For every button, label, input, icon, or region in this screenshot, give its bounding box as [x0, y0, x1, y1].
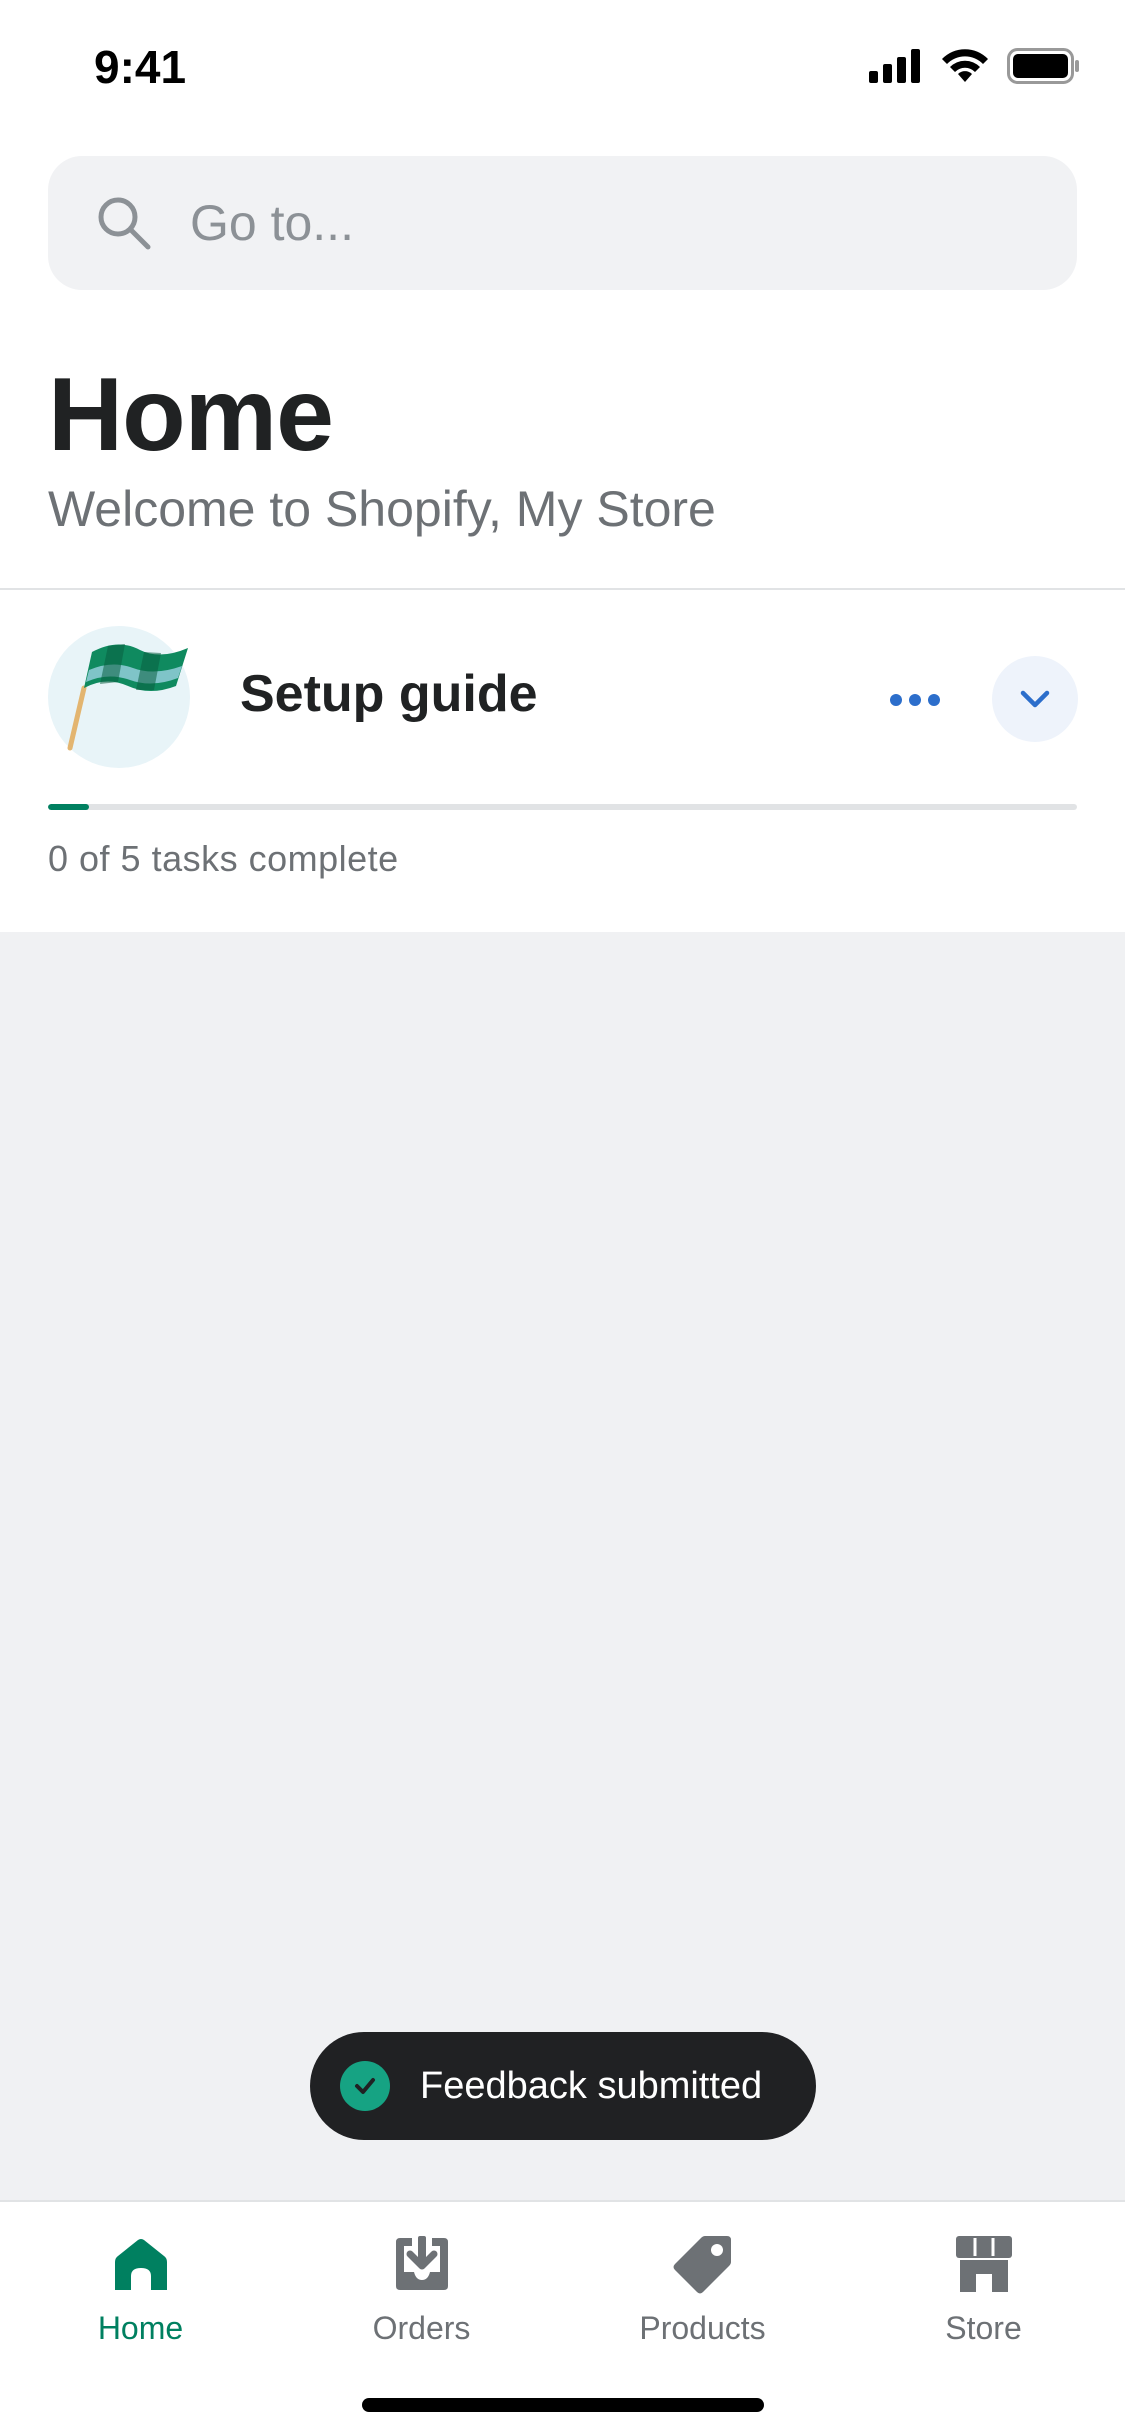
chevron-down-icon: [1020, 690, 1050, 708]
setup-progress-fill: [48, 804, 90, 810]
tab-home[interactable]: Home: [0, 2232, 281, 2362]
more-icon: [890, 694, 902, 706]
setup-guide-card[interactable]: Setup guide 0 of 5 tasks complete: [0, 590, 1125, 932]
tab-label: Products: [639, 2310, 766, 2346]
collapse-button[interactable]: [992, 656, 1078, 742]
status-time: 9:41: [94, 41, 187, 93]
tab-label: Store: [945, 2310, 1022, 2346]
tab-label: Orders: [372, 2310, 471, 2346]
more-options-button[interactable]: [880, 670, 950, 730]
status-icons: [869, 48, 1081, 84]
cellular-signal-icon: [869, 49, 920, 83]
tab-orders[interactable]: Orders: [281, 2232, 562, 2362]
tab-label: Home: [97, 2310, 184, 2346]
page-title: Home: [48, 357, 334, 473]
page-subtitle: Welcome to Shopify, My Store: [48, 481, 716, 537]
setup-guide-title: Setup guide: [240, 665, 538, 723]
wifi-icon: [942, 49, 988, 82]
checkmark-icon: [340, 2061, 390, 2111]
setup-progress-bar: [48, 804, 1077, 810]
tab-store[interactable]: Store: [843, 2232, 1124, 2362]
orders-icon: [395, 2236, 448, 2290]
home-indicator: [362, 2398, 764, 2412]
home-header: Go to... Home Welcome to Shopify, My Sto…: [0, 140, 1125, 588]
battery-icon: [1007, 48, 1079, 84]
toast-message: Feedback submitted: [420, 2064, 763, 2107]
setup-guide-illustration: [48, 626, 190, 768]
search-placeholder: Go to...: [190, 195, 354, 251]
tag-icon: [673, 2236, 731, 2294]
setup-progress-text: 0 of 5 tasks complete: [48, 838, 399, 879]
home-icon: [114, 2239, 167, 2290]
toast-notification: Feedback submitted: [310, 2032, 816, 2140]
search-icon: [98, 197, 151, 250]
store-icon: [955, 2236, 1012, 2292]
tab-products[interactable]: Products: [562, 2232, 843, 2362]
flag-icon: [67, 644, 188, 751]
status-bar: 9:41: [0, 0, 1125, 140]
search-bar[interactable]: Go to...: [48, 156, 1077, 290]
